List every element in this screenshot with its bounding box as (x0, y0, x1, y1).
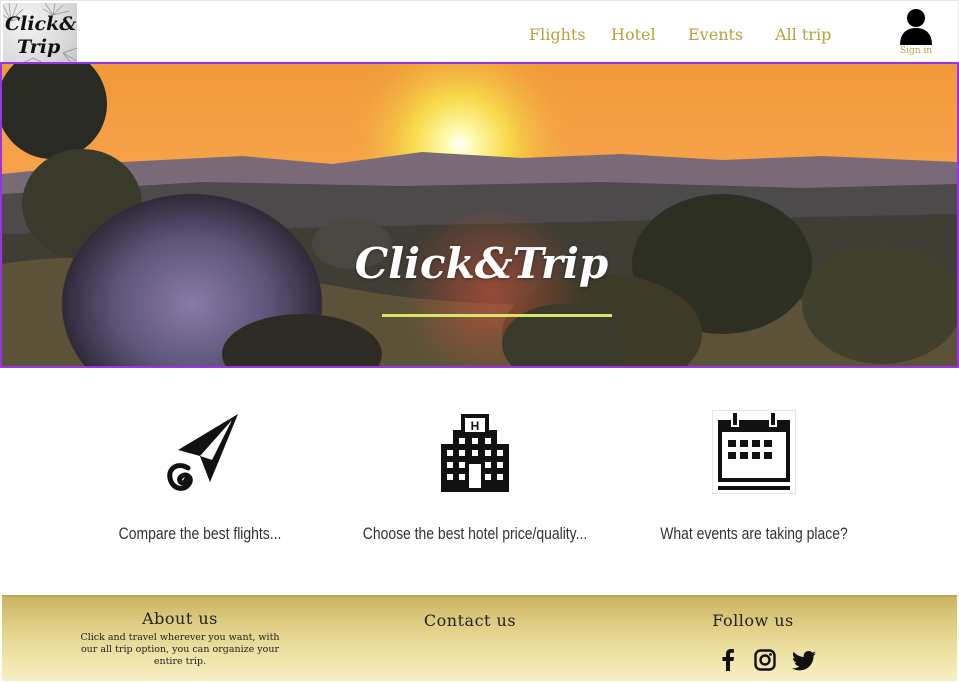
feature-events-label: What events are taking place? (660, 524, 848, 543)
feature-hotel-label: Choose the best hotel price/quality... (362, 524, 588, 543)
logo-line1: Click& (5, 13, 77, 35)
sign-in-button[interactable]: Sign in (894, 7, 938, 59)
footer-about-line1: Click and travel wherever you want, with (80, 632, 280, 643)
footer-about-line2: our all trip option, you can organize yo… (80, 644, 280, 655)
header: Click& Trip Flights Hotel Events All tri… (0, 0, 959, 63)
footer-follow-heading: Follow us (712, 611, 794, 630)
logo-line2: Trip (17, 36, 61, 58)
svg-text:H: H (471, 419, 480, 433)
facebook-icon[interactable] (720, 649, 736, 675)
feature-events[interactable]: What events are taking place? (604, 410, 904, 543)
sign-in-label: Sign in (899, 46, 933, 56)
nav-all-trip[interactable]: All trip (775, 25, 831, 44)
footer-about-line3: entire trip. (153, 656, 207, 667)
user-icon (900, 9, 932, 45)
footer-follow: Follow us (688, 611, 818, 630)
twitter-icon[interactable] (792, 651, 816, 675)
instagram-icon[interactable] (754, 649, 776, 675)
hero-banner: Click&Trip (0, 62, 959, 368)
hero-title: Click&Trip (354, 239, 609, 288)
calendar-icon (712, 410, 796, 494)
sunset-landscape-image (2, 64, 957, 366)
hero-underline (382, 314, 612, 317)
feature-hotel[interactable]: H Choose the best hotel price/quality... (325, 410, 625, 543)
footer-about-text: Click and travel wherever you want, with… (80, 632, 280, 668)
logo-text: Click& Trip (5, 13, 77, 59)
footer-about: About us Click and travel wherever you w… (80, 609, 280, 668)
footer-contact[interactable]: Contact us (400, 611, 540, 630)
feature-flights[interactable]: Compare the best flights... (50, 410, 350, 543)
feature-flights-label: Compare the best flights... (118, 524, 282, 543)
footer: About us Click and travel wherever you w… (2, 595, 957, 681)
footer-about-heading: About us (142, 609, 218, 628)
nav-flights[interactable]: Flights (529, 25, 586, 44)
paper-plane-icon (167, 414, 238, 491)
nav-hotel[interactable]: Hotel (611, 25, 656, 44)
logo[interactable]: Click& Trip (3, 3, 77, 63)
hotel-building-icon: H (441, 414, 509, 492)
nav-events[interactable]: Events (688, 25, 743, 44)
footer-contact-heading[interactable]: Contact us (400, 611, 540, 630)
